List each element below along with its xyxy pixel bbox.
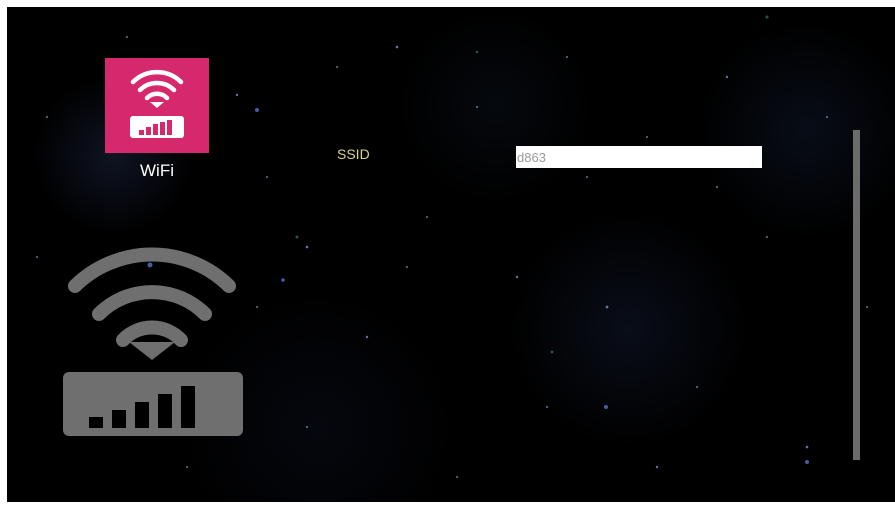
scrollbar[interactable] — [853, 130, 860, 460]
wifi-signal-icon — [130, 69, 184, 138]
wifi-tile-label: WiFi — [140, 161, 174, 180]
ssid-input[interactable] — [516, 146, 762, 168]
ssid-label: SSID — [337, 146, 370, 162]
wifi-large-preview — [57, 242, 247, 447]
settings-screen: WiFi SSID — [7, 7, 895, 502]
wifi-signal-large-icon — [63, 247, 243, 436]
wifi-menu-tile[interactable] — [105, 58, 209, 153]
